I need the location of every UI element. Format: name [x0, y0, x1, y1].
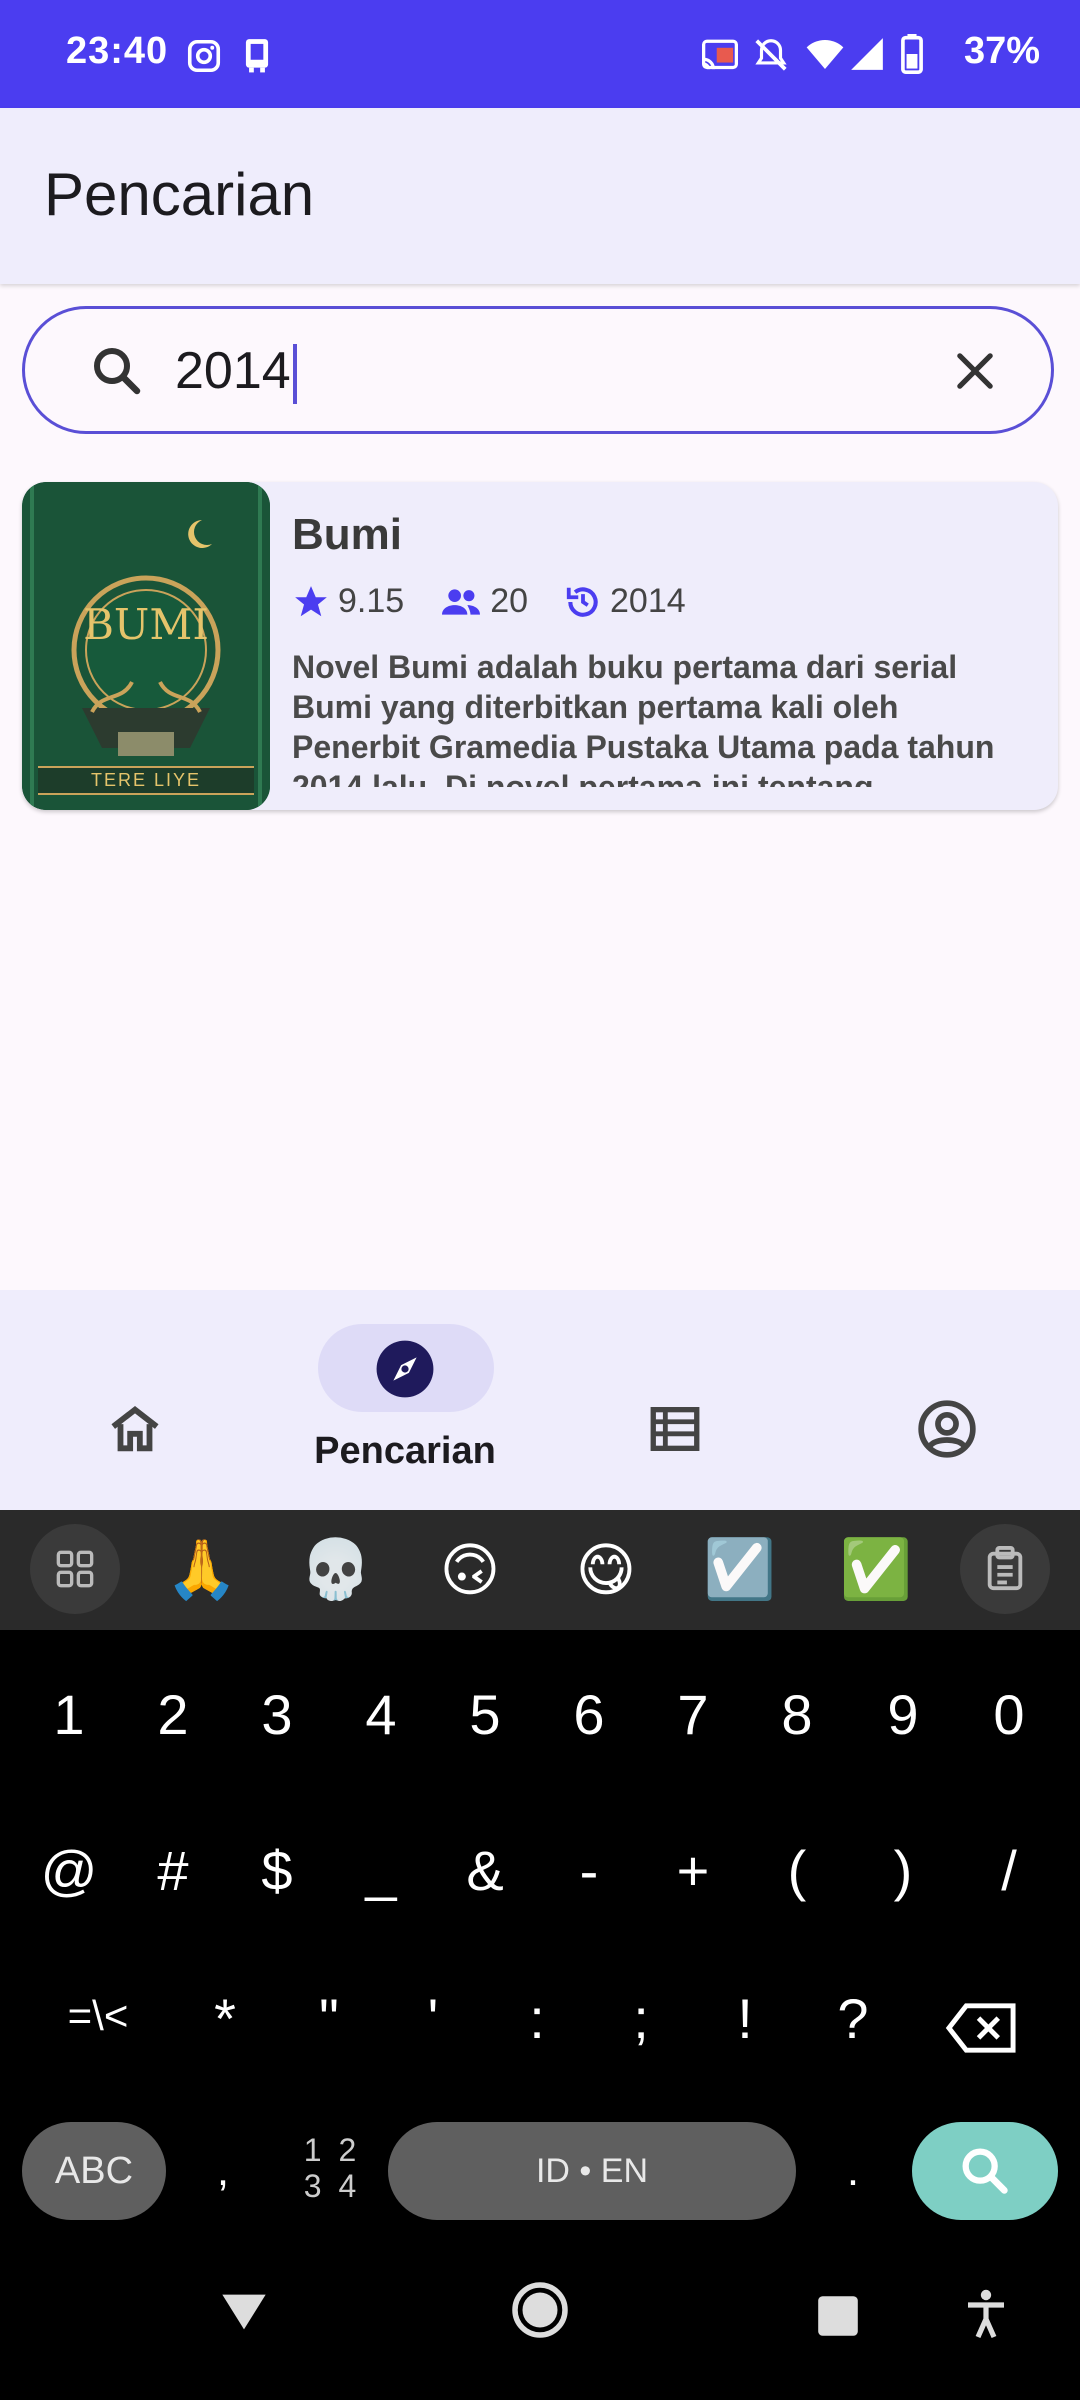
search-field[interactable]: 2014	[22, 306, 1054, 434]
key[interactable]: &	[440, 1838, 530, 1903]
search-action-key[interactable]	[912, 2122, 1058, 2220]
cover-title: BUMI	[83, 600, 209, 649]
book-title: Bumi	[292, 510, 402, 559]
recents-nav-icon[interactable]	[816, 2294, 860, 2343]
status-time: 23:40	[66, 30, 169, 72]
key[interactable]: #	[128, 1838, 218, 1903]
emoji-key[interactable]: 🙃	[430, 1536, 510, 1604]
key[interactable]: =\<	[48, 1992, 148, 2040]
period-key[interactable]: .	[808, 2146, 898, 2196]
bottom-navigation: Pencarian	[0, 1290, 1080, 1510]
history-icon	[566, 586, 598, 617]
device-icon	[238, 36, 276, 79]
page-title: Pencarian	[44, 161, 315, 228]
key[interactable]: -	[544, 1838, 634, 1903]
key[interactable]: ;	[596, 1986, 686, 2051]
signal-icon	[848, 34, 886, 79]
key[interactable]: /	[964, 1838, 1054, 1903]
key[interactable]: !	[700, 1986, 790, 2051]
soft-keyboard: 🙏 💀 🙃 😋 ☑️ ✅ 1 2 3 4 5 6 7 8 9 0 @ # $ _…	[0, 1510, 1080, 2400]
rating-value: 9.15	[338, 582, 405, 620]
backspace-key[interactable]	[944, 2000, 1018, 2061]
emoji-key[interactable]: 💀	[296, 1536, 376, 1604]
accessibility-icon[interactable]	[962, 2288, 1010, 2347]
readers-item: 20	[440, 582, 528, 621]
key[interactable]: +	[648, 1838, 738, 1903]
cover-author: TERE LIYE	[38, 766, 254, 795]
account-icon	[918, 1400, 976, 1458]
status-bar: 23:40 37%	[0, 0, 1080, 108]
numpad-key[interactable]: 1 2 3 4	[300, 2132, 364, 2204]
key[interactable]: 1	[24, 1682, 114, 1747]
text-cursor	[292, 344, 297, 405]
people-icon	[442, 588, 481, 615]
search-input[interactable]: 2014	[175, 341, 297, 405]
close-icon[interactable]	[949, 345, 1001, 402]
key[interactable]: 2	[128, 1682, 218, 1747]
home-nav-icon[interactable]	[510, 2280, 570, 2345]
nav-profile[interactable]	[810, 1290, 1080, 1510]
nav-search[interactable]	[270, 1290, 540, 1510]
emoji-key[interactable]: ✅	[836, 1536, 916, 1604]
key[interactable]: (	[752, 1838, 842, 1903]
key[interactable]: 7	[648, 1682, 738, 1747]
nav-active-label: Pencarian	[314, 1430, 496, 1472]
publish-year: 2014	[610, 582, 686, 620]
battery-percentage: 37%	[963, 30, 1040, 72]
battery-icon	[900, 34, 924, 79]
key[interactable]: 9	[858, 1682, 948, 1747]
book-result-card[interactable]: BUMI TERE LIYE Bumi 9.15 20 2014 Novel B…	[22, 482, 1058, 810]
key[interactable]: @	[24, 1838, 114, 1903]
book-meta: 9.15 20 2014	[292, 582, 722, 621]
key[interactable]: 4	[336, 1682, 426, 1747]
book-cover-image: BUMI TERE LIYE	[22, 482, 270, 810]
cast-icon	[700, 38, 740, 79]
search-input-value: 2014	[175, 342, 291, 400]
key[interactable]: 8	[752, 1682, 842, 1747]
key[interactable]: )	[858, 1838, 948, 1903]
clipboard-icon[interactable]	[960, 1524, 1050, 1614]
search-icon	[87, 341, 147, 406]
emoji-key[interactable]: ☑️	[700, 1536, 780, 1604]
key[interactable]: 6	[544, 1682, 634, 1747]
compass-icon	[376, 1340, 434, 1398]
back-nav-icon[interactable]	[218, 2290, 270, 2339]
key[interactable]: *	[180, 1986, 270, 2051]
key[interactable]: ?	[808, 1986, 898, 2051]
year-item: 2014	[564, 582, 686, 621]
key[interactable]: "	[284, 1986, 374, 2051]
key[interactable]: :	[492, 1986, 582, 2051]
apps-grid-icon[interactable]	[30, 1524, 120, 1614]
book-description: Novel Bumi adalah buku pertama dari seri…	[292, 649, 995, 787]
nav-home[interactable]	[0, 1290, 270, 1510]
key[interactable]: $	[232, 1838, 322, 1903]
key[interactable]: _	[336, 1838, 426, 1903]
instagram-icon	[186, 38, 222, 79]
key[interactable]: 3	[232, 1682, 322, 1747]
abc-key[interactable]: ABC	[22, 2122, 166, 2220]
rating-item: 9.15	[292, 582, 404, 621]
emoji-key[interactable]: 😋	[566, 1536, 646, 1604]
readers-count: 20	[490, 582, 529, 620]
key[interactable]: 5	[440, 1682, 530, 1747]
comma-key[interactable]: ,	[178, 2146, 268, 2196]
emoji-key[interactable]: 🙏	[162, 1536, 242, 1604]
key[interactable]: '	[388, 1986, 478, 2051]
app-bar: Pencarian	[0, 108, 1080, 284]
space-key[interactable]: ID • EN	[388, 2122, 796, 2220]
star-icon	[295, 585, 327, 616]
nav-list[interactable]	[540, 1290, 810, 1510]
mute-icon	[752, 36, 790, 79]
emoji-suggestion-row: 🙏 💀 🙃 😋 ☑️ ✅	[0, 1510, 1080, 1630]
wifi-icon	[804, 34, 846, 79]
key[interactable]: 0	[964, 1682, 1054, 1747]
